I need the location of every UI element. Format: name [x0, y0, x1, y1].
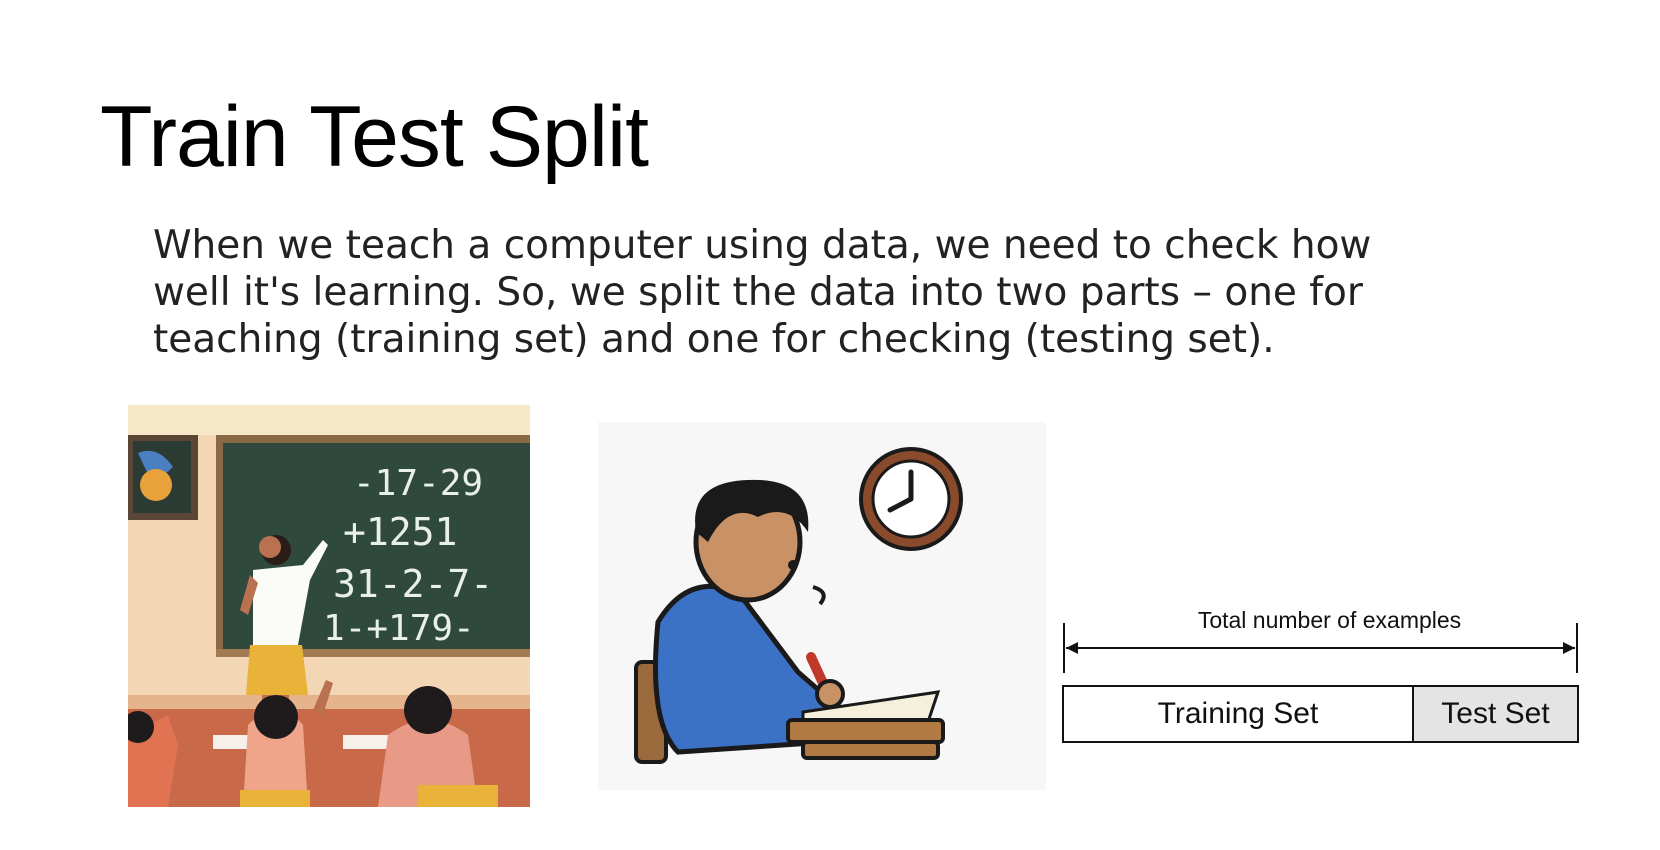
slide-title: Train Test Split [100, 89, 649, 185]
body-line: well it's learning. So, we split the dat… [153, 270, 1363, 315]
slide-body-text: When we teach a computer using data, we … [153, 222, 1413, 363]
train-test-split-diagram: Total number of examples Training Set Te… [1062, 585, 1597, 775]
board-line-4: 1-+179- [323, 608, 475, 649]
teacher-classroom-svg: -17-29 +1251 31-2-7- 1-+179- [128, 405, 530, 807]
training-set-label: Training Set [1157, 697, 1319, 730]
board-line-2: +1251 [343, 510, 457, 554]
student-writing-svg [598, 422, 1046, 790]
training-set-box: Training Set [1062, 685, 1414, 743]
total-span-arrow [1063, 623, 1578, 673]
test-set-label: Test Set [1441, 697, 1550, 730]
teacher-classroom-illustration: -17-29 +1251 31-2-7- 1-+179- [128, 405, 530, 807]
board-line-3: 31-2-7- [333, 562, 493, 606]
body-line: When we teach a computer using data, we … [153, 223, 1372, 268]
student-writing-illustration [598, 422, 1046, 790]
slide: Train Test Split When we teach a compute… [0, 0, 1660, 850]
board-line-1: -17-29 [353, 463, 483, 504]
test-set-box: Test Set [1412, 685, 1579, 743]
body-line: teaching (training set) and one for chec… [153, 317, 1275, 362]
